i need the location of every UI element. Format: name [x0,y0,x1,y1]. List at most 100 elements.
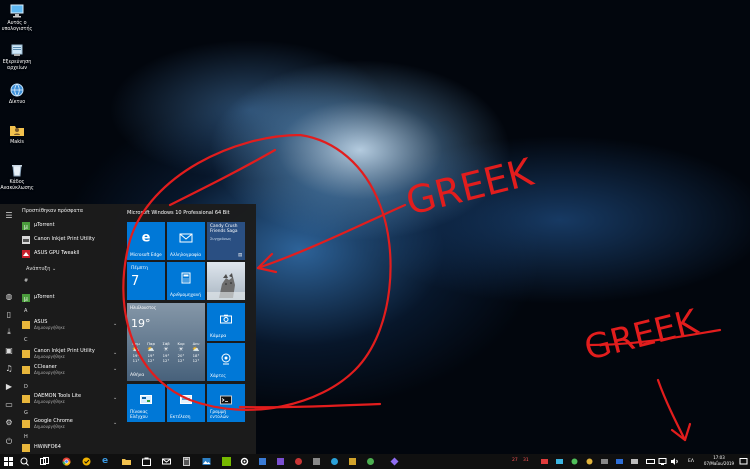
calculator-icon[interactable] [182,457,191,466]
app-item-asus-gpu-tweak[interactable]: ASUS GPU Tweakll [22,248,120,260]
tile-mail[interactable]: Αλληλογραφία [167,222,205,260]
nvidia-icon[interactable] [222,457,231,466]
mail-icon[interactable] [162,457,171,466]
norton-icon[interactable] [82,457,91,466]
desktop-icon-network[interactable]: Δίκτυο [0,82,34,106]
power-icon[interactable]: ⏻ [3,436,15,448]
command-prompt-icon [220,395,232,405]
app-item-utorrent[interactable]: µ µTorrent [22,292,120,304]
app-item-canon-recent[interactable]: Canon Inkjet Print Utility [22,234,120,246]
videos-icon[interactable]: ▶ [3,380,15,392]
clock[interactable]: 17:03 07/Μαΐου/2019 [700,455,738,467]
app-icon[interactable] [294,457,303,466]
desktop-icon-user-folder[interactable]: Makis [0,122,34,146]
letter-header[interactable]: A [24,308,27,314]
desktop-icon-file-explorer[interactable]: Εξερεύνηση αρχείων [0,42,34,72]
letter-header[interactable]: D [24,384,28,390]
store-icon[interactable] [142,457,151,466]
app-item-utorrent-recent[interactable]: µ µTorrent [22,220,120,232]
letter-header[interactable]: # [24,278,28,284]
tile-group-title: Microsoft Windows 10 Professional 64 Bit [127,210,230,216]
app-icon[interactable] [276,457,285,466]
chevron-down-icon[interactable]: ⌄ [113,420,117,426]
keyboard-icon[interactable] [646,457,655,466]
app-item-canon[interactable]: Canon Inkjet Print Utility Δημιουργήθηκε [22,348,120,360]
app-icon[interactable] [330,457,339,466]
tile-photos[interactable] [207,262,245,300]
tray-app-icon[interactable] [615,457,624,466]
network-icon[interactable] [658,457,667,466]
desktop-icon-this-pc[interactable]: Αυτός ο υπολογιστής [0,3,34,33]
app-icon[interactable] [312,457,321,466]
settings-gear-icon[interactable] [240,457,249,466]
tile-sublabel: Συγχρόνως [210,236,232,241]
control-panel-icon [140,394,152,404]
hamburger-menu-icon[interactable]: ☰ [3,209,15,221]
language-indicator[interactable]: ΕΛ [688,459,694,464]
music-icon[interactable]: ♫ [3,362,15,374]
volume-icon[interactable] [670,457,679,466]
tile-microsoft-edge[interactable]: e Microsoft Edge [127,222,165,260]
tile-label: Πίνακας Ελέγχου [130,410,148,420]
tile-command-prompt[interactable]: Γραμμή εντολών [207,384,245,422]
tray-app-icon[interactable] [585,457,594,466]
search-icon[interactable] [20,457,29,466]
task-view-icon[interactable] [40,457,49,466]
tile-control-panel[interactable]: Πίνακας Ελέγχου [127,384,165,422]
app-item-ccleaner[interactable]: CCleaner Δημιουργήθηκε [22,364,120,376]
settings-gear-icon[interactable]: ⚙ [3,416,15,428]
app-item-google-chrome[interactable]: Google Chrome Δημιουργήθηκε [22,418,120,430]
tray-app-icon[interactable] [570,457,579,466]
app-icon[interactable] [348,457,357,466]
tile-run[interactable]: Εκτέλεση [167,384,205,422]
expand-button[interactable]: Ανάπτυξη ⌄ [26,266,56,272]
chevron-down-icon[interactable]: ⌄ [113,321,117,327]
forecast-day: Σάβ ☀ 19° 12° [158,341,174,363]
app-item-asus[interactable]: ASUS Δημιουργήθηκε [22,319,120,331]
tile-weather[interactable]: Ηλιόλουστος 19° Πεμ ⛅ 19° 11° Παρ ⛅ 19° 12° Σά… [127,303,205,381]
file-explorer-icon[interactable]: ▭ [3,398,15,410]
app-icon[interactable] [366,457,375,466]
forecast-low: 12° [147,358,155,363]
photos-icon[interactable] [202,457,211,466]
app-name: ASUS GPU Tweakll [34,250,80,257]
tray-badge[interactable]: 31 [523,458,529,463]
forecast-low: 12° [162,358,170,363]
letter-header[interactable]: H [24,434,28,440]
tile-calculator[interactable]: Αριθμομηχανή [167,262,205,300]
tray-app-icon[interactable] [555,457,564,466]
app-icon[interactable] [390,457,399,466]
windows-start-icon[interactable] [4,457,13,466]
tile-candy-crush[interactable]: Candy Crush Friends Saga Συγχρόνως ▤ [207,222,245,260]
sunny-icon: ☀ [178,346,184,353]
app-item-daemon-tools[interactable]: DAEMON Tools Lite Δημιουργήθηκε [22,393,120,405]
forecast-low: 12° [192,358,200,363]
desktop-icon-recycle-bin[interactable]: Κάδος Ανακύκλωσης [0,162,34,192]
edge-icon: e [141,230,151,246]
store-badge-icon: ▤ [237,253,242,258]
app-subtitle: Δημιουργήθηκε [34,423,65,429]
tile-camera[interactable]: Κάμερα [207,303,245,341]
pictures-icon[interactable]: ▣ [3,344,15,356]
app-icon[interactable] [258,457,267,466]
letter-header[interactable]: C [24,337,28,343]
tray-app-icon[interactable] [630,457,639,466]
tile-calendar[interactable]: Πέμπτη 7 [127,262,165,300]
file-explorer-icon[interactable] [122,457,131,466]
notifications-icon[interactable] [739,457,748,466]
chevron-down-icon[interactable]: ⌄ [113,395,117,401]
edge-icon[interactable]: e [102,457,111,466]
chevron-down-icon[interactable]: ⌄ [113,366,117,372]
tray-badge[interactable]: 27 [512,458,518,463]
documents-icon[interactable]: ▯ [3,308,15,320]
chrome-icon[interactable] [62,457,71,466]
user-account-icon[interactable]: ◍ [3,290,15,302]
chevron-down-icon[interactable]: ⌄ [113,350,117,356]
downloads-icon[interactable]: ⤓ [3,326,15,338]
app-item-hwinfo64[interactable]: HWiNFO64 [22,442,120,454]
tile-maps[interactable]: Χάρτες [207,343,245,381]
tray-app-icon[interactable] [600,457,609,466]
letter-header[interactable]: G [24,410,28,416]
tray-app-icon[interactable] [540,457,549,466]
tile-label: Εκτέλεση [170,415,191,420]
